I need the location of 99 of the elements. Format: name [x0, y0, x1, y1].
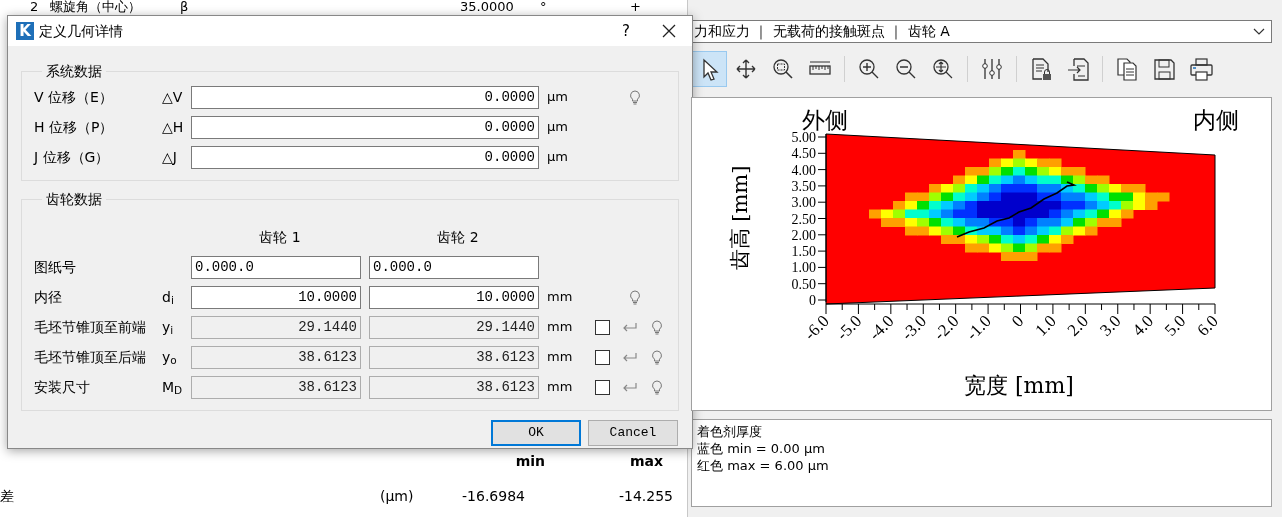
legend-text: 红色 max = 6.00 µm	[697, 457, 830, 474]
tick-label: -6.0	[800, 311, 833, 344]
return-arrow-icon	[622, 381, 638, 393]
plus-icon: +	[630, 0, 650, 14]
document-arrow-icon	[1066, 57, 1090, 81]
zoom-fit-icon	[931, 57, 955, 81]
tick-label: 2.0	[1063, 311, 1093, 340]
symbol-text: y$_{o}$	[162, 347, 178, 368]
symbol-text: △H	[162, 117, 185, 137]
cancel-button[interactable]: Cancel	[588, 420, 678, 446]
copy-icon	[1115, 57, 1139, 81]
tick-label: 2.50	[791, 211, 816, 227]
symbol-text: d$_{i}$	[162, 287, 175, 308]
symbol-text: △J	[162, 147, 178, 167]
unit-text: µm	[547, 118, 569, 137]
sliders-icon	[980, 57, 1004, 81]
document-lock-icon	[1029, 57, 1053, 81]
input-field[interactable]: 0.000.0	[369, 255, 539, 279]
input-field[interactable]: 0.0000	[191, 145, 539, 169]
field-label: 图纸号	[34, 257, 77, 277]
tick-label: -1.0	[962, 311, 995, 344]
legend-text: 蓝色 min = 0.00 µm	[697, 440, 826, 457]
app-logo: K	[16, 22, 34, 40]
unit-text: mm	[547, 378, 574, 397]
tick-label: 1.0	[1031, 311, 1060, 340]
tick-label: 0	[809, 293, 816, 308]
tick-label: 2.00	[791, 227, 816, 243]
tick-label: 6.0	[1193, 311, 1222, 340]
row-index: 2	[30, 0, 40, 14]
zoom-in-icon	[857, 57, 881, 81]
tick-label: -3.0	[897, 311, 931, 344]
axis-title: 齿高 [mm]	[728, 165, 752, 271]
symbol-text: β	[180, 0, 190, 14]
unit-text: mm	[547, 288, 574, 307]
zoom-region-icon	[771, 57, 795, 81]
field-label: 毛坯节锥顶至后端	[34, 347, 147, 367]
column-header: 齿轮 2	[436, 227, 480, 247]
tick-label: 1.00	[791, 260, 816, 276]
move-icon	[734, 57, 758, 81]
unit-text: µm	[547, 148, 569, 167]
return-arrow-icon	[622, 351, 638, 363]
outer-side-label: 外侧	[802, 107, 848, 133]
input-field[interactable]: 0.000.0	[191, 255, 361, 279]
input-field[interactable]: 10.0000	[369, 285, 539, 309]
zoom-out-icon	[894, 57, 918, 81]
group-title: 系统数据	[45, 62, 103, 81]
tick-label: 4.0	[1128, 311, 1157, 340]
column-header: max	[628, 451, 663, 471]
table-cell-text: 差	[0, 486, 15, 506]
input-field[interactable]: 0.0000	[191, 85, 539, 109]
symbol-text: y$_{i}$	[162, 317, 175, 338]
field-label: 安装尺寸	[34, 377, 91, 397]
tick-label: 3.0	[1096, 311, 1125, 340]
return-arrow-icon	[622, 321, 638, 333]
tick-label: -4.0	[865, 311, 898, 344]
field-label: 毛坯节锥顶至前端	[34, 317, 147, 337]
help-button[interactable]: ?	[606, 16, 646, 46]
tick-label: 5.00	[791, 130, 816, 145]
close-icon	[662, 24, 676, 38]
tick-label: 3.50	[791, 178, 816, 194]
field-label: J 位移（G）	[34, 147, 111, 167]
symbol-text: M$_{D}$	[162, 377, 184, 398]
printer-icon	[1189, 57, 1213, 81]
tick-label: 5.0	[1160, 311, 1190, 340]
table-cell-text: (µm)	[380, 486, 415, 506]
unit-text: mm	[547, 348, 574, 367]
column-header: min	[514, 451, 545, 471]
chevron-down-icon	[1253, 27, 1265, 36]
tick-label: -5.0	[832, 311, 866, 344]
column-header: 齿轮 1	[258, 227, 302, 247]
toolbar-button[interactable]	[691, 51, 727, 87]
save-icon	[1152, 57, 1176, 81]
tick-label: 0	[1007, 311, 1028, 331]
tick-label: 4.00	[791, 162, 816, 178]
ok-button[interactable]: OK	[491, 420, 581, 446]
table-cell-text: -14.255	[617, 486, 673, 506]
dropdown-value: 力和应力 ｜ 无载荷的接触斑点 ｜ 齿轮 A	[694, 22, 951, 42]
tick-label: 4.50	[791, 146, 816, 162]
legend-text: 着色剂厚度	[697, 423, 763, 440]
tick-label: 3.00	[791, 195, 816, 211]
unit-text: mm	[547, 318, 574, 337]
input-field[interactable]: 10.0000	[191, 285, 361, 309]
inner-side-label: 内侧	[1193, 107, 1239, 133]
axis-title: 宽度 [mm]	[964, 373, 1074, 398]
view-dropdown[interactable]: 力和应力 ｜ 无载荷的接触斑点 ｜ 齿轮 A	[691, 20, 1272, 43]
tick-label: 0.50	[791, 276, 816, 292]
group-title: 齿轮数据	[45, 190, 103, 209]
field-label: H 位移（P）	[34, 117, 115, 137]
symbol-text: △V	[162, 87, 184, 107]
table-cell-text: -16.6984	[461, 486, 525, 506]
unit-text: °	[540, 0, 548, 14]
input-field[interactable]: 0.0000	[191, 115, 539, 139]
unit-text: µm	[547, 88, 569, 107]
field-label: 内径	[34, 287, 63, 307]
window-title: 定义几何详情	[39, 21, 124, 41]
parameter-name: 螺旋角（中心）	[50, 0, 142, 14]
tick-label: 1.50	[791, 244, 816, 260]
tick-label: -2.0	[930, 311, 963, 344]
field-label: V 位移（E）	[34, 87, 114, 107]
